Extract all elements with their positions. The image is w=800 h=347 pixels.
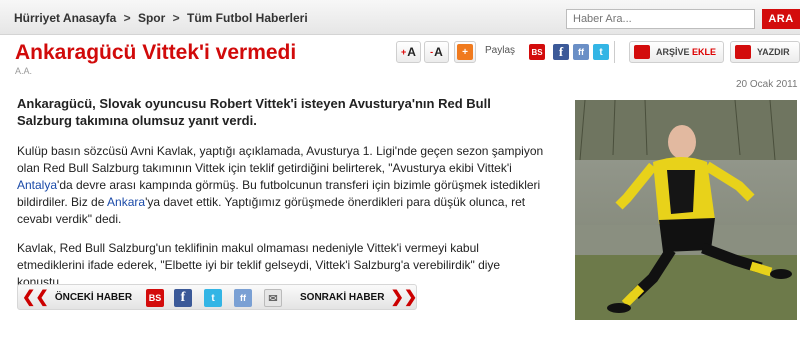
breadcrumb-spor[interactable]: Spor bbox=[138, 11, 165, 25]
next-article-label: SONRAKİ HABER bbox=[300, 291, 385, 303]
link-ankara[interactable]: Ankara bbox=[107, 195, 145, 209]
article-title: Ankaragücü Vittek'i vermedi bbox=[15, 41, 297, 64]
p1-text-a: Kulüp basın sözcüsü Avni Kavlak, yaptığı… bbox=[17, 144, 544, 175]
facebook-icon[interactable]: f bbox=[553, 44, 569, 60]
email-icon[interactable]: ✉ bbox=[264, 289, 282, 307]
search-input[interactable] bbox=[566, 9, 755, 29]
archive-icon bbox=[634, 45, 650, 59]
font-increase-button[interactable]: + A bbox=[396, 41, 421, 63]
twitter-icon[interactable]: t bbox=[204, 289, 222, 307]
minus-sign: - bbox=[430, 47, 434, 57]
breadcrumb-separator: > bbox=[172, 11, 180, 25]
toolbar-divider bbox=[614, 41, 615, 63]
article-photo bbox=[575, 100, 797, 320]
bs-icon[interactable]: BS bbox=[529, 44, 545, 60]
next-article-button[interactable]: SONRAKİ HABER ❯❯ bbox=[300, 287, 417, 307]
font-decrease-label: A bbox=[434, 45, 443, 59]
breadcrumb: Hürriyet Anasayfa > Spor > Tüm Futbol Ha… bbox=[14, 11, 308, 25]
archive-text: ARŞİVE bbox=[656, 47, 690, 57]
previous-article-button[interactable]: ❮❮ ÖNCEKİ HABER bbox=[22, 287, 132, 307]
chevron-left-icon: ❮❮ bbox=[22, 289, 49, 306]
breadcrumb-home[interactable]: Hürriyet Anasayfa bbox=[14, 11, 116, 25]
breadcrumb-futbol[interactable]: Tüm Futbol Haberleri bbox=[187, 11, 308, 25]
article-date: 20 Ocak 2011 bbox=[736, 79, 798, 90]
top-bar: Hürriyet Anasayfa > Spor > Tüm Futbol Ha… bbox=[0, 0, 800, 35]
player-photo bbox=[575, 100, 797, 320]
facebook-icon[interactable]: f bbox=[174, 289, 192, 307]
print-icon bbox=[735, 45, 751, 59]
print-label: YAZDIR bbox=[757, 47, 790, 57]
chevron-right-icon: ❯❯ bbox=[390, 289, 418, 306]
article-source: A.A. bbox=[15, 66, 33, 76]
archive-button[interactable]: ARŞİVE EKLE bbox=[629, 41, 724, 63]
friendfeed-icon[interactable]: ff bbox=[573, 44, 589, 60]
article-paragraph-1: Kulüp basın sözcüsü Avni Kavlak, yaptığı… bbox=[17, 143, 547, 228]
font-increase-label: A bbox=[407, 45, 416, 59]
bs-icon[interactable]: BS bbox=[146, 289, 164, 307]
article-lead: Ankaragücü, Slovak oyuncusu Robert Vitte… bbox=[17, 96, 491, 128]
archive-label: ARŞİVE EKLE bbox=[656, 47, 716, 57]
previous-article-label: ÖNCEKİ HABER bbox=[54, 291, 133, 303]
plus-icon: + bbox=[457, 44, 473, 60]
font-decrease-button[interactable]: -A bbox=[424, 41, 449, 63]
search-button[interactable]: ARA bbox=[762, 9, 800, 29]
twitter-icon[interactable]: t bbox=[593, 44, 609, 60]
print-button[interactable]: YAZDIR bbox=[730, 41, 800, 63]
archive-add-text: EKLE bbox=[692, 47, 717, 57]
link-antalya[interactable]: Antalya bbox=[17, 178, 57, 192]
plus-sign: + bbox=[401, 47, 407, 57]
article-bottom-nav: ❮❮ ÖNCEKİ HABER BS f t ff ✉ SONRAKİ HABE… bbox=[17, 284, 417, 310]
share-label: Paylaş bbox=[485, 45, 516, 56]
breadcrumb-separator: > bbox=[123, 11, 131, 25]
friendfeed-icon[interactable]: ff bbox=[234, 289, 252, 307]
plus-share-button[interactable]: + bbox=[454, 41, 476, 63]
